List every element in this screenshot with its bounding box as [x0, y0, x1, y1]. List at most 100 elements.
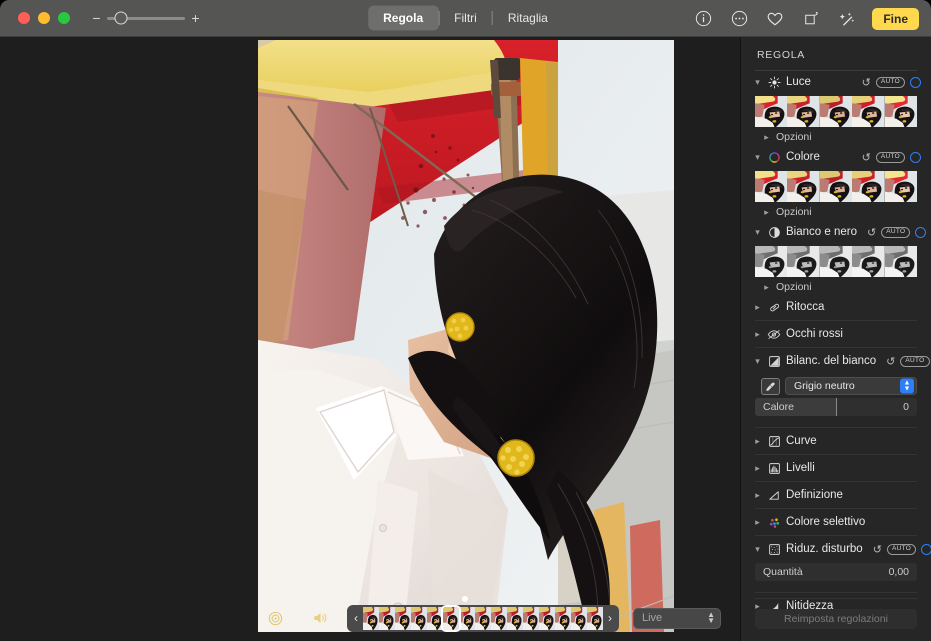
white-balance-mode-select[interactable]: Grigio neutro ▲▼: [785, 377, 917, 395]
section-header-riduz-disturbo[interactable]: ▾ Riduz. disturbo ↺AUTO: [741, 538, 931, 560]
rotate-icon[interactable]: [800, 8, 822, 30]
section-header-occhi-rossi[interactable]: ▸ Occhi rossi: [741, 323, 931, 345]
chevron-right-icon[interactable]: ▸: [763, 132, 770, 143]
filmstrip-frames[interactable]: [363, 607, 603, 630]
filmstrip-frame[interactable]: [427, 607, 443, 630]
filmstrip-frame[interactable]: [555, 607, 571, 630]
preset-thumbnail[interactable]: [852, 246, 884, 277]
eyedropper-icon[interactable]: [761, 378, 780, 395]
filmstrip-frame[interactable]: [379, 607, 395, 630]
chevron-updown-icon[interactable]: ▲▼: [900, 379, 914, 394]
filmstrip-frame[interactable]: [507, 607, 523, 630]
preset-thumbnails[interactable]: [755, 246, 917, 277]
preset-thumbnails[interactable]: [755, 96, 917, 127]
zoom-in-icon[interactable]: +: [191, 11, 200, 25]
filmstrip-frame[interactable]: [539, 607, 555, 630]
preset-thumbnail[interactable]: [885, 246, 917, 277]
zoom-window-button[interactable]: [58, 12, 70, 24]
options-disclosure[interactable]: ▸ Opzioni: [741, 127, 931, 146]
playback-mode-select[interactable]: Live ▲▼: [633, 608, 721, 629]
chevron-right-icon[interactable]: ▸: [763, 282, 770, 293]
chevron-down-icon[interactable]: ▾: [753, 77, 762, 88]
chevron-right-icon[interactable]: ▸: [753, 463, 762, 474]
reset-section-icon[interactable]: ↺: [873, 543, 882, 556]
favorite-heart-icon[interactable]: [764, 8, 786, 30]
section-header-livelli[interactable]: ▸ Livelli: [741, 457, 931, 479]
reset-adjustments-button[interactable]: Reimposta regolazioni: [755, 609, 917, 629]
close-button[interactable]: [18, 12, 30, 24]
preset-thumbnail[interactable]: [885, 171, 917, 202]
preset-thumbnail[interactable]: [787, 246, 819, 277]
options-disclosure[interactable]: ▸ Opzioni: [741, 277, 931, 296]
done-button[interactable]: Fine: [872, 8, 919, 30]
zoom-slider-knob[interactable]: [115, 12, 128, 25]
filmstrip-frame[interactable]: [491, 607, 507, 630]
filmstrip-frame[interactable]: [523, 607, 539, 630]
section-header-bilanc-del-bianco[interactable]: ▾ Bilanc. del bianco ↺AUTO: [741, 350, 931, 372]
chevron-right-icon[interactable]: ▸: [753, 436, 762, 447]
auto-button[interactable]: AUTO: [900, 356, 929, 367]
tab-ritaglia[interactable]: Ritaglia: [493, 6, 563, 30]
chevron-right-icon[interactable]: ▸: [763, 207, 770, 218]
zoom-out-icon[interactable]: −: [92, 11, 101, 25]
section-enable-toggle[interactable]: [910, 152, 921, 163]
filmstrip-next-button[interactable]: ›: [605, 611, 615, 625]
section-header-colore-selettivo[interactable]: ▸ Colore selettivo: [741, 511, 931, 533]
photo-image[interactable]: [258, 40, 674, 632]
preset-thumbnail[interactable]: [820, 246, 852, 277]
live-photo-filmstrip[interactable]: ‹: [347, 605, 619, 632]
preset-thumbnails[interactable]: [755, 171, 917, 202]
chevron-down-icon[interactable]: ▾: [753, 227, 762, 238]
slider-handle[interactable]: [836, 398, 837, 416]
preset-thumbnail[interactable]: [787, 96, 819, 127]
reset-section-icon[interactable]: ↺: [867, 226, 876, 239]
section-enable-toggle[interactable]: [915, 227, 926, 238]
filmstrip-frame[interactable]: [571, 607, 587, 630]
preset-thumbnail[interactable]: [787, 171, 819, 202]
section-header-colore[interactable]: ▾ Colore ↺AUTO: [741, 146, 931, 168]
speaker-on-icon[interactable]: [312, 610, 329, 626]
section-header-curve[interactable]: ▸ Curve: [741, 430, 931, 452]
zoom-slider-track[interactable]: [107, 17, 185, 20]
zoom-slider-control[interactable]: − +: [92, 11, 200, 25]
chevron-right-icon[interactable]: ▸: [753, 329, 762, 340]
enhance-wand-icon[interactable]: [836, 8, 858, 30]
live-loop-icon[interactable]: [268, 611, 283, 626]
preset-thumbnail[interactable]: [852, 96, 884, 127]
section-header-definizione[interactable]: ▸ Definizione: [741, 484, 931, 506]
calore-slider[interactable]: Calore 0: [755, 398, 917, 416]
chevron-down-icon[interactable]: ▾: [753, 544, 762, 555]
options-disclosure[interactable]: ▸ Opzioni: [741, 202, 931, 221]
preset-thumbnail[interactable]: [820, 171, 852, 202]
chevron-right-icon[interactable]: ▸: [753, 302, 762, 313]
preset-thumbnail[interactable]: [755, 96, 787, 127]
preset-thumbnail[interactable]: [852, 171, 884, 202]
auto-button[interactable]: AUTO: [881, 227, 910, 238]
info-icon[interactable]: [692, 8, 714, 30]
auto-button[interactable]: AUTO: [876, 77, 905, 88]
reset-section-icon[interactable]: ↺: [862, 76, 871, 89]
filmstrip-frame[interactable]: [475, 607, 491, 630]
auto-button[interactable]: AUTO: [876, 152, 905, 163]
filmstrip-prev-button[interactable]: ‹: [351, 611, 361, 625]
auto-button[interactable]: AUTO: [887, 544, 916, 555]
filmstrip-frame[interactable]: [443, 607, 459, 630]
section-header-bianco-e-nero[interactable]: ▾ Bianco e nero ↺AUTO: [741, 221, 931, 243]
more-options-icon[interactable]: [728, 8, 750, 30]
section-header-ritocca[interactable]: ▸ Ritocca: [741, 296, 931, 318]
preset-thumbnail[interactable]: [755, 171, 787, 202]
filmstrip-frame[interactable]: [395, 607, 411, 630]
filmstrip-frame[interactable]: [411, 607, 427, 630]
chevron-down-icon[interactable]: ▾: [753, 356, 762, 367]
preset-thumbnail[interactable]: [820, 96, 852, 127]
reset-section-icon[interactable]: ↺: [862, 151, 871, 164]
preset-thumbnail[interactable]: [885, 96, 917, 127]
preset-thumbnail[interactable]: [755, 246, 787, 277]
chevron-right-icon[interactable]: ▸: [753, 517, 762, 528]
reset-section-icon[interactable]: ↺: [886, 355, 895, 368]
filmstrip-frame[interactable]: [459, 607, 475, 630]
white-balance-mode-row[interactable]: Grigio neutro ▲▼: [761, 377, 917, 395]
chevron-right-icon[interactable]: ▸: [753, 490, 762, 501]
tab-regola[interactable]: Regola: [368, 6, 438, 30]
minimize-button[interactable]: [38, 12, 50, 24]
